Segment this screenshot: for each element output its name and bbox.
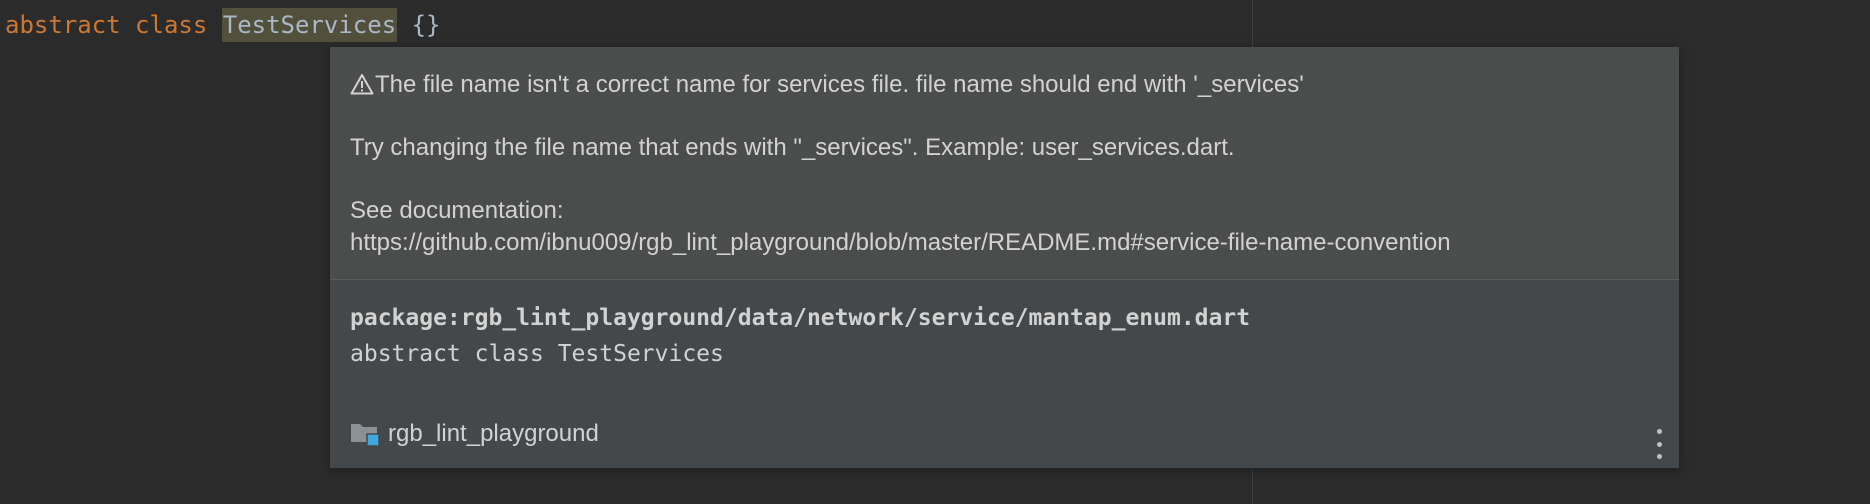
warning-icon — [350, 73, 374, 95]
module-name: rgb_lint_playground — [388, 420, 599, 447]
docs-label: See documentation: — [350, 197, 564, 224]
class-name-identifier[interactable]: TestServices — [221, 8, 398, 42]
lint-message-section: The file name isn't a correct name for s… — [330, 47, 1679, 279]
suggestion-message: Try changing the file name that ends wit… — [350, 134, 1235, 161]
code-line[interactable]: abstract class TestServices {} — [5, 8, 441, 42]
more-options-button[interactable] — [1651, 429, 1667, 459]
keyword-class: class — [135, 11, 208, 39]
folder-module-icon — [350, 420, 380, 448]
docs-url-link[interactable]: https://github.com/ibnu009/rgb_lint_play… — [350, 228, 1451, 258]
warning-message-text: The file name isn't a correct name for s… — [375, 71, 1304, 98]
more-vertical-icon — [1656, 429, 1662, 434]
package-path[interactable]: package:rgb_lint_playground/data/network… — [350, 303, 1250, 333]
documentation-popup: The file name isn't a correct name for s… — [330, 47, 1679, 468]
keyword-abstract: abstract — [5, 11, 121, 39]
code-editor[interactable]: abstract class TestServices {} The file … — [0, 0, 1870, 504]
module-info: rgb_lint_playground — [350, 418, 599, 450]
class-body-braces: {} — [411, 11, 441, 39]
declaration-signature: abstract class TestServices — [350, 341, 724, 367]
warning-message: The file name isn't a correct name for s… — [350, 70, 1304, 100]
